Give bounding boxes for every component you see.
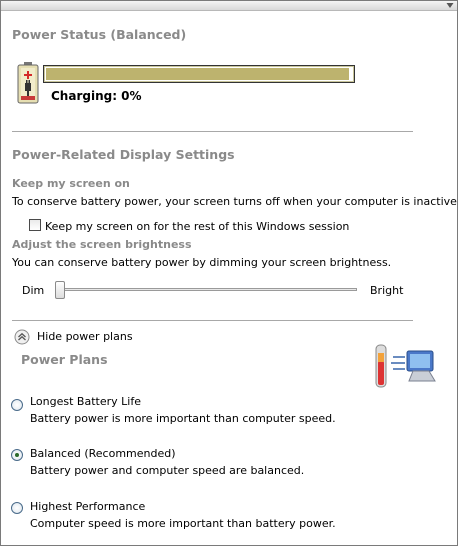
battery-icon	[17, 62, 39, 104]
keep-screen-heading: Keep my screen on	[12, 177, 130, 190]
brightness-slider-track[interactable]	[61, 288, 357, 291]
plan-desc-highest-performance: Computer speed is more important than ba…	[30, 517, 336, 530]
display-settings-heading: Power-Related Display Settings	[12, 147, 235, 162]
battery-charge-bar	[43, 65, 355, 83]
divider	[12, 320, 413, 321]
chevron-down-icon[interactable]	[446, 2, 454, 9]
power-plans-heading: Power Plans	[21, 352, 108, 367]
power-plans-icon	[375, 344, 436, 388]
plan-title-highest-performance[interactable]: Highest Performance	[30, 500, 145, 513]
divider	[12, 131, 413, 132]
plan-title-longest-battery-life[interactable]: Longest Battery Life	[30, 395, 141, 408]
power-panel: Power Status (Balanced) Charging: 0% Pow…	[0, 0, 458, 546]
plan-desc-balanced: Battery power and computer speed are bal…	[30, 464, 305, 477]
power-status-heading: Power Status (Balanced)	[12, 27, 187, 42]
brightness-heading: Adjust the screen brightness	[12, 238, 192, 251]
radio-longest-battery-life[interactable]	[11, 399, 23, 411]
brightness-description: You can conserve battery power by dimmin…	[12, 256, 392, 269]
bright-label: Bright	[370, 284, 404, 297]
panel-title-bar	[1, 1, 457, 11]
radio-highest-performance[interactable]	[11, 502, 23, 514]
hide-power-plans-link[interactable]: Hide power plans	[37, 330, 133, 343]
keep-screen-checkbox-label[interactable]: Keep my screen on for the rest of this W…	[45, 220, 349, 233]
brightness-slider-thumb[interactable]	[55, 281, 65, 299]
plan-title-balanced[interactable]: Balanced (Recommended)	[30, 447, 176, 460]
plan-desc-longest-battery-life: Battery power is more important than com…	[30, 412, 336, 425]
dim-label: Dim	[22, 284, 45, 297]
keep-screen-checkbox[interactable]	[29, 219, 41, 231]
charging-status-text: Charging: 0%	[51, 89, 142, 103]
keep-screen-description: To conserve battery power, your screen t…	[12, 195, 458, 208]
battery-charge-fill	[46, 68, 349, 80]
chevron-up-icon[interactable]	[14, 329, 30, 345]
radio-balanced[interactable]	[11, 449, 23, 461]
